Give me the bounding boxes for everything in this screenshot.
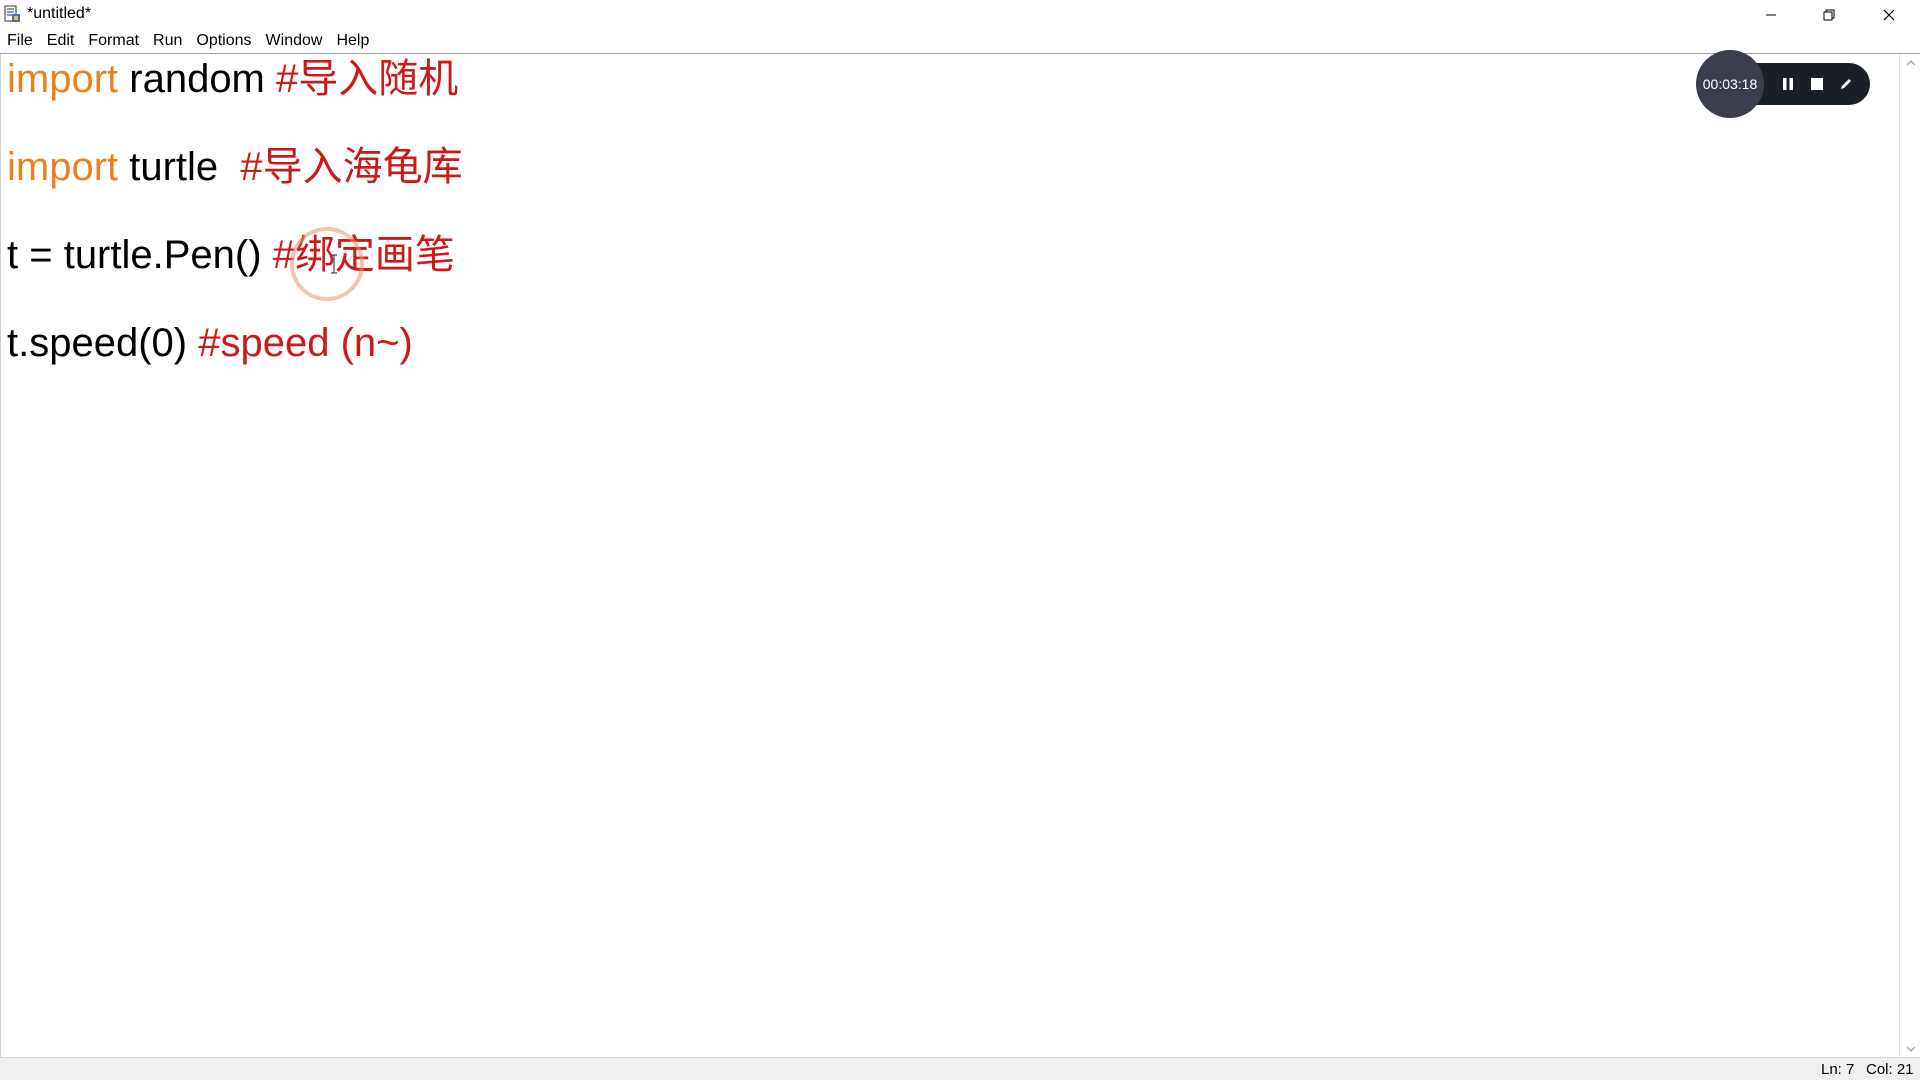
ibeam-cursor-icon <box>331 254 337 274</box>
chevron-up-icon <box>1906 59 1915 65</box>
code-token: random <box>118 57 276 101</box>
annotate-pen-button[interactable] <box>1836 74 1856 94</box>
code-line[interactable]: t = turtle.Pen() #绑定画笔 <box>7 231 455 279</box>
menu-format[interactable]: Format <box>81 29 146 53</box>
close-button[interactable] <box>1858 0 1920 29</box>
recorder-timer: 00:03:18 <box>1696 50 1764 118</box>
keyword-token: import <box>7 145 119 189</box>
comment-token: #导入海龟库 <box>240 145 463 189</box>
menu-options[interactable]: Options <box>189 29 258 53</box>
stop-recording-button[interactable] <box>1807 74 1827 94</box>
restore-icon <box>1823 9 1835 20</box>
comment-token: #speed (n~) <box>198 321 413 365</box>
recording-elapsed-time: 00:03:18 <box>1702 76 1758 92</box>
minimize-icon <box>1766 14 1776 15</box>
code-token: t.speed(0) <box>7 321 199 365</box>
code-token: turtle <box>118 145 241 189</box>
code-line[interactable]: import turtle #导入海龟库 <box>7 143 463 191</box>
title-bar[interactable]: *untitled* <box>0 0 1920 29</box>
code-token: t = turtle.Pen() <box>7 233 273 277</box>
status-line-number: Ln: 7 <box>1821 1061 1855 1078</box>
cursor-highlight-ring <box>290 227 364 301</box>
idle-app-icon <box>4 5 20 22</box>
code-editor[interactable]: import random #导入随机 import turtle #导入海龟库… <box>0 54 1899 1057</box>
menu-edit[interactable]: Edit <box>40 29 82 53</box>
minimize-button[interactable] <box>1742 0 1800 29</box>
scroll-down-button[interactable] <box>1900 1040 1920 1057</box>
menu-window[interactable]: Window <box>259 29 330 53</box>
pause-recording-button[interactable] <box>1778 74 1798 94</box>
status-bar: Ln: 7 Col: 21 <box>0 1057 1920 1080</box>
menu-help[interactable]: Help <box>329 29 376 53</box>
screen-recorder-widget: 00:03:18 <box>1696 50 1870 118</box>
vertical-scrollbar[interactable] <box>1899 54 1920 1057</box>
menu-run[interactable]: Run <box>146 29 189 53</box>
menu-file[interactable]: File <box>0 29 40 53</box>
window-title: *untitled* <box>27 5 92 22</box>
code-line[interactable]: t.speed(0) #speed (n~) <box>7 319 413 367</box>
pause-icon <box>1783 78 1793 90</box>
keyword-token: import <box>7 57 119 101</box>
scroll-up-button[interactable] <box>1900 54 1920 71</box>
close-icon <box>1883 9 1895 20</box>
comment-token: #导入随机 <box>276 57 459 101</box>
status-column-number: Col: 21 <box>1866 1061 1914 1078</box>
stop-icon <box>1811 78 1823 90</box>
pen-icon <box>1841 79 1851 89</box>
restore-button[interactable] <box>1800 0 1858 29</box>
chevron-down-icon <box>1906 1046 1915 1052</box>
code-line[interactable]: import random #导入随机 <box>7 55 458 103</box>
idle-editor-window: *untitled* File Edit Format Run Options … <box>0 0 1920 1080</box>
menu-bar: File Edit Format Run Options Window Help <box>0 29 1920 54</box>
